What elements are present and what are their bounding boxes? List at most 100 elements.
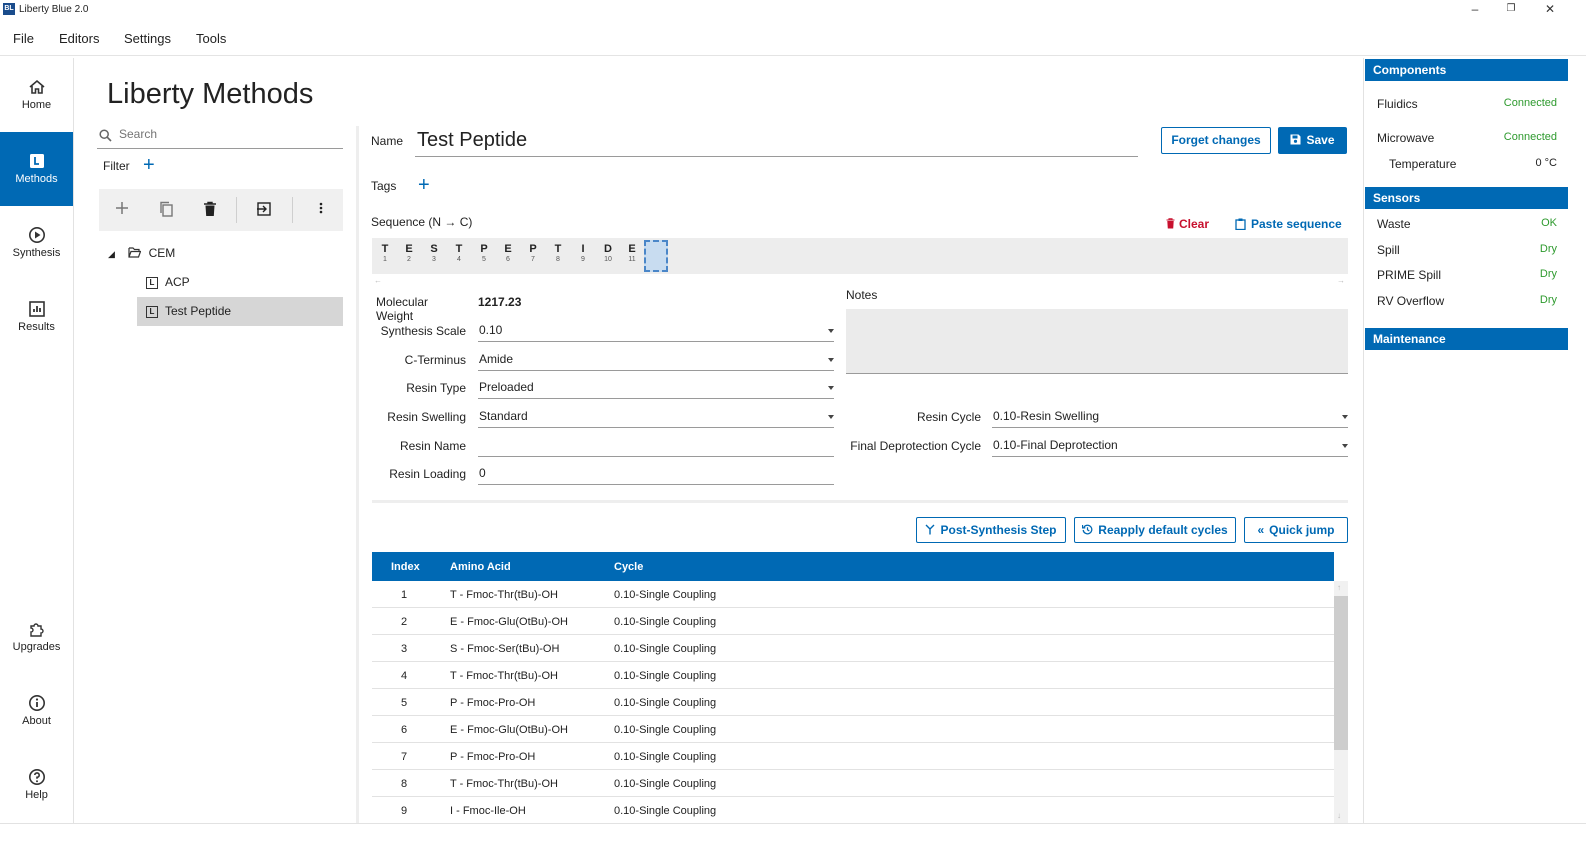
history-icon	[1082, 524, 1093, 535]
table-row[interactable]: 1 T - Fmoc-Thr(tBu)-OH 0.10-Single Couplin…	[372, 581, 1334, 608]
sequence-residue[interactable]: T1	[375, 243, 395, 263]
collapse-icon[interactable]: ◢	[108, 249, 115, 259]
resin-type-select[interactable]: Preloaded	[478, 377, 834, 399]
row-cycle[interactable]: 0.10-Single Coupling	[614, 805, 716, 817]
table-row[interactable]: 6 E - Fmoc-Glu(OtBu)-OH 0.10-Single Coupli…	[372, 716, 1334, 743]
nav-help[interactable]: Help	[0, 748, 73, 822]
sequence-residue[interactable]: E 11	[622, 243, 642, 263]
post-synthesis-step-button[interactable]: Post-Synthesis Step	[916, 517, 1066, 543]
scroll-down-icon[interactable]: ↓	[1337, 811, 1341, 820]
waste-label: Waste	[1377, 217, 1411, 231]
scroll-left-icon[interactable]: ←	[374, 276, 382, 285]
resin-loading-input[interactable]: 0	[478, 463, 834, 485]
menu-file[interactable]: File	[13, 31, 34, 46]
row-cycle[interactable]: 0.10-Single Coupling	[614, 724, 716, 736]
scroll-right-icon[interactable]: →	[1337, 276, 1345, 285]
reapply-default-cycles-button[interactable]: Reapply default cycles	[1074, 517, 1236, 543]
resin-name-input[interactable]	[478, 435, 834, 457]
method-name-input[interactable]: Test Peptide	[415, 126, 1138, 157]
tree-folder-cem[interactable]: ◢ CEM	[108, 246, 175, 260]
table-row[interactable]: 2 E - Fmoc-Glu(OtBu)-OH 0.10-Single Coupli…	[372, 608, 1334, 635]
tree-item-test-peptide[interactable]: L Test Peptide	[137, 297, 343, 326]
notes-textarea[interactable]	[846, 309, 1348, 374]
table-row[interactable]: 4 T - Fmoc-Thr(tBu)-OH 0.10-Single Couplin…	[372, 662, 1334, 689]
sequence-residue[interactable]: I9	[573, 243, 593, 263]
nav-methods[interactable]: Methods	[0, 132, 73, 206]
resin-cycle-select[interactable]: 0.10-Resin Swelling	[992, 406, 1348, 428]
minimize-button[interactable]: –	[1462, 1, 1488, 19]
column-header-cycle[interactable]: Cycle	[614, 561, 643, 573]
row-cycle[interactable]: 0.10-Single Coupling	[614, 697, 716, 709]
final-deprotection-select[interactable]: 0.10-Final Deprotection	[992, 435, 1348, 457]
menu-tools[interactable]: Tools	[196, 31, 226, 46]
grid-scrollbar-thumb[interactable]	[1334, 596, 1348, 750]
row-index: 8	[401, 778, 408, 790]
save-button[interactable]: Save	[1278, 127, 1347, 154]
table-row[interactable]: 7 P - Fmoc-Pro-OH 0.10-Single Coupling	[372, 743, 1334, 770]
copy-method-button[interactable]	[156, 201, 176, 221]
spill-label: Spill	[1377, 243, 1400, 257]
row-cycle[interactable]: 0.10-Single Coupling	[614, 751, 716, 763]
components-section-header[interactable]: Components	[1365, 59, 1568, 81]
scroll-up-icon[interactable]: ↑	[1337, 583, 1341, 592]
sequence-residue[interactable]: E2	[399, 243, 419, 263]
page-title: Liberty Methods	[107, 78, 314, 110]
column-header-index[interactable]: Index	[391, 561, 420, 573]
menu-settings[interactable]: Settings	[124, 31, 171, 46]
import-method-button[interactable]	[254, 201, 274, 221]
sequence-residue[interactable]: S3	[424, 243, 444, 263]
quick-jump-button[interactable]: « Quick jump	[1244, 517, 1348, 543]
nav-synthesis[interactable]: Synthesis	[0, 206, 73, 280]
row-cycle[interactable]: 0.10-Single Coupling	[614, 643, 716, 655]
toolbar-divider	[292, 197, 293, 223]
toolbar-divider	[236, 197, 237, 223]
maintenance-section-header[interactable]: Maintenance	[1365, 328, 1568, 350]
row-cycle[interactable]: 0.10-Single Coupling	[614, 670, 716, 682]
nav-home[interactable]: Home	[0, 58, 73, 132]
chevron-down-icon	[1342, 415, 1348, 419]
sequence-editor[interactable]: T1 E2 S3 T4 P5 E6 P7 T8 I9 D 10 E 11	[372, 238, 1348, 274]
nav-results[interactable]: Results	[0, 280, 73, 354]
menu-editors[interactable]: Editors	[59, 31, 99, 46]
search-box	[97, 124, 343, 149]
sequence-residue[interactable]: P7	[523, 243, 543, 263]
clear-sequence-button[interactable]: Clear	[1166, 217, 1209, 231]
row-cycle[interactable]: 0.10-Single Coupling	[614, 616, 716, 628]
delete-method-button[interactable]	[200, 201, 220, 221]
synthesis-scale-select[interactable]: 0.10	[478, 320, 834, 342]
plus-icon: +	[418, 174, 430, 196]
c-terminus-select[interactable]: Amide	[478, 349, 834, 371]
sequence-residue[interactable]: D 10	[598, 243, 618, 263]
more-options-button[interactable]	[311, 201, 331, 221]
table-row[interactable]: 5 P - Fmoc-Pro-OH 0.10-Single Coupling	[372, 689, 1334, 716]
table-row[interactable]: 9 I - Fmoc-Ile-OH 0.10-Single Coupling	[372, 797, 1334, 824]
tree-item-acp[interactable]: L ACP	[146, 275, 190, 289]
close-button[interactable]: ✕	[1537, 1, 1563, 19]
residue-position: 1	[383, 256, 387, 263]
resin-swelling-select[interactable]: Standard	[478, 406, 834, 428]
add-tag-button[interactable]: +	[418, 174, 430, 196]
c-terminus-value: Amide	[479, 352, 514, 366]
rv-overflow-label: RV Overflow	[1377, 294, 1445, 308]
sequence-residue[interactable]: T4	[449, 243, 469, 263]
add-filter-button[interactable]: +	[143, 155, 155, 175]
forget-changes-button[interactable]: Forget changes	[1161, 127, 1271, 154]
sequence-insert-slot[interactable]	[644, 240, 668, 272]
table-row[interactable]: 8 T - Fmoc-Thr(tBu)-OH 0.10-Single Couplin…	[372, 770, 1334, 797]
row-cycle[interactable]: 0.10-Single Coupling	[614, 589, 716, 601]
bar-chart-icon	[28, 301, 45, 317]
sequence-residue[interactable]: E6	[498, 243, 518, 263]
row-cycle[interactable]: 0.10-Single Coupling	[614, 778, 716, 790]
column-header-amino-acid[interactable]: Amino Acid	[450, 561, 511, 573]
nav-upgrades[interactable]: Upgrades	[0, 600, 73, 674]
restore-button[interactable]: ❐	[1498, 1, 1524, 19]
tree-item-label: ACP	[165, 275, 190, 289]
sensors-section-header[interactable]: Sensors	[1365, 187, 1568, 209]
add-method-button[interactable]	[112, 201, 132, 221]
sequence-residue[interactable]: T8	[548, 243, 568, 263]
search-input[interactable]	[119, 127, 334, 141]
sequence-residue[interactable]: P5	[474, 243, 494, 263]
table-row[interactable]: 3 S - Fmoc-Ser(tBu)-OH 0.10-Single Couplin…	[372, 635, 1334, 662]
nav-about[interactable]: About	[0, 674, 73, 748]
paste-sequence-button[interactable]: Paste sequence	[1235, 217, 1342, 231]
